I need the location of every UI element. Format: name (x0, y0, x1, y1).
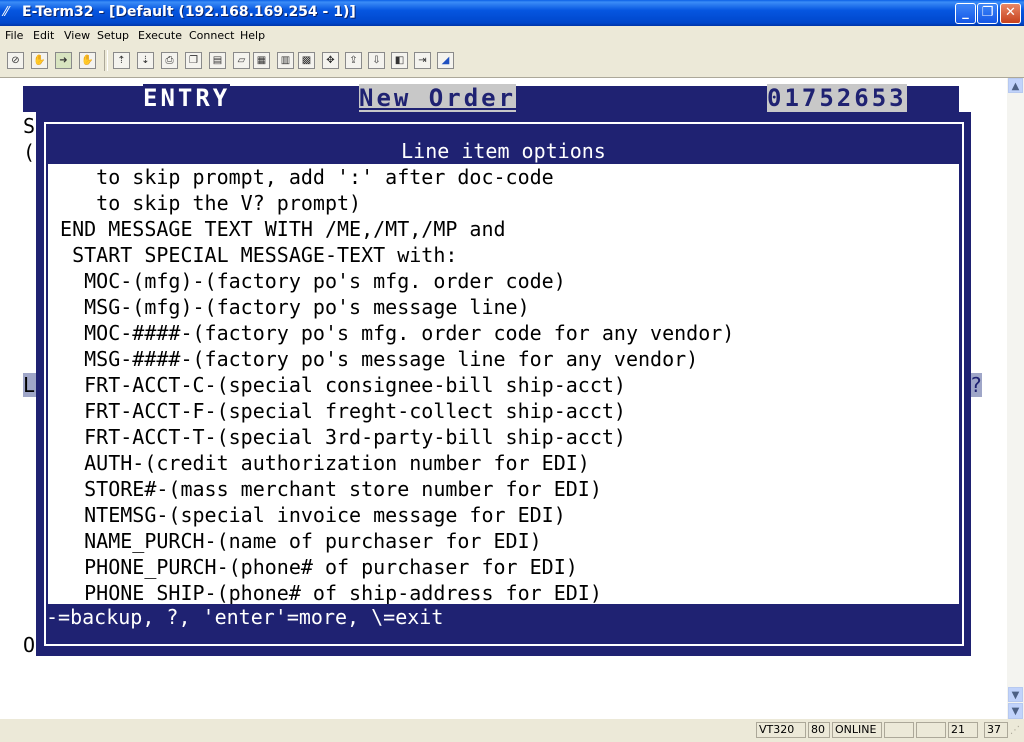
toolbar: ⊘ ✋ ➜ ✋ ⇡ ⇣ ⎙ ❐ ▤ ▱ ▦ ▥ ▩ ✥ ⇪ ⇩ ◧ ⇥ ◢ (0, 45, 1024, 78)
help-line: PHONE_SHIP-(phone# of ship-address for E… (48, 581, 602, 604)
connection-status: ONLINE (832, 722, 882, 738)
screen-title: New Order (359, 84, 517, 112)
send-icon[interactable]: ⇡ (113, 52, 130, 69)
help-line: PHONE_PURCH-(phone# of purchaser for EDI… (48, 555, 578, 579)
dialog-body: to skip prompt, add ':' after doc-code t… (48, 164, 959, 604)
script-icon[interactable]: ◧ (391, 52, 408, 69)
dialog-footer-prompt: -=backup, ?, 'enter'=more, \=exit (46, 604, 455, 630)
background-field: ? (970, 373, 982, 397)
vertical-scrollbar[interactable]: ▲ ▼ ▼ (1007, 78, 1024, 719)
background-char: L (23, 373, 36, 397)
background-char: S (23, 114, 36, 138)
upload-icon[interactable]: ⇪ (345, 52, 362, 69)
background-field: L (23, 373, 36, 397)
help-line: FRT-ACCT-C-(special consignee-bill ship-… (48, 373, 626, 397)
connect-icon[interactable]: ➜ (55, 52, 72, 69)
order-number: 01752653 (767, 84, 907, 112)
close-button[interactable]: ✕ (1000, 3, 1021, 24)
terminal-screen[interactable]: ENTRY New Order 01752653 S ( L ? O Line … (0, 78, 1007, 719)
help-line: END MESSAGE TEXT WITH /ME,/MT,/MP and (48, 217, 506, 241)
help-line: STORE#-(mass merchant store number for E… (48, 477, 602, 501)
setup-icon[interactable]: ◢ (437, 52, 454, 69)
resize-grip-icon[interactable]: ⋰ (1010, 725, 1022, 739)
line-item-options-dialog: Line item options to skip prompt, add ':… (36, 112, 971, 656)
help-line: AUTH-(credit authorization number for ED… (48, 451, 590, 475)
paste-icon[interactable]: ▤ (209, 52, 226, 69)
help-line: to skip the V? prompt) (48, 191, 362, 215)
scroll-end-arrow-icon[interactable]: ▼ (1008, 703, 1023, 719)
dialog-title: Line item options (401, 139, 606, 163)
download-icon[interactable]: ⇩ (368, 52, 385, 69)
help-line: MSG-(mfg)-(factory po's message line) (48, 295, 530, 319)
menu-help[interactable]: Help (240, 29, 265, 42)
help-line: FRT-ACCT-T-(special 3rd-party-bill ship-… (48, 425, 626, 449)
window-title: E-Term32 - [Default (192.168.169.254 - 1… (22, 4, 356, 20)
receive-icon[interactable]: ⇣ (137, 52, 154, 69)
menu-execute[interactable]: Execute (138, 29, 182, 42)
help-line: NTEMSG-(special invoice message for EDI) (48, 503, 566, 527)
menu-file[interactable]: File (5, 29, 23, 42)
copy-icon[interactable]: ❐ (185, 52, 202, 69)
hand-gray-icon[interactable]: ✋ (79, 52, 96, 69)
cursor-col: 37 (984, 722, 1008, 738)
help-line: START SPECIAL MESSAGE-TEXT with: (48, 243, 458, 267)
menu-view[interactable]: View (64, 29, 90, 42)
status-bar: VT320 80 ONLINE 21 37 ⋰ (0, 719, 1024, 742)
menu-edit[interactable]: Edit (33, 29, 54, 42)
title-bar: ⁄⁄ E-Term32 - [Default (192.168.169.254 … (0, 0, 1024, 26)
column-count: 80 (808, 722, 830, 738)
hand-icon[interactable]: ✋ (31, 52, 48, 69)
menu-setup[interactable]: Setup (97, 29, 129, 42)
minimize-button[interactable]: _ (955, 3, 976, 24)
restore-button[interactable]: ❐ (977, 3, 998, 24)
help-line: MOC-####-(factory po's mfg. order code f… (48, 321, 735, 345)
terminal-type: VT320 (756, 722, 806, 738)
clear-icon[interactable]: ▱ (233, 52, 250, 69)
move-icon[interactable]: ✥ (322, 52, 339, 69)
background-char: ( (23, 140, 36, 164)
capture-icon[interactable]: ▦ (253, 52, 270, 69)
background-char: ? (970, 373, 983, 397)
scroll-down-arrow-icon[interactable]: ▼ (1008, 687, 1023, 702)
help-line: MOC-(mfg)-(factory po's mfg. order code) (48, 269, 566, 293)
disconnect-icon[interactable]: ⊘ (7, 52, 24, 69)
scroll-up-arrow-icon[interactable]: ▲ (1008, 78, 1023, 93)
status-blank (916, 722, 946, 738)
help-line: MSG-####-(factory po's message line for … (48, 347, 699, 371)
print-icon[interactable]: ⎙ (161, 52, 178, 69)
background-char: O (23, 633, 36, 657)
status-blank (884, 722, 914, 738)
cursor-row: 21 (948, 722, 978, 738)
menu-connect[interactable]: Connect (189, 29, 234, 42)
app-icon[interactable]: ⁄⁄ (4, 5, 20, 21)
help-line: to skip prompt, add ':' after doc-code (48, 165, 554, 189)
mode-label: ENTRY (143, 84, 231, 112)
help-line: NAME_PURCH-(name of purchaser for EDI) (48, 529, 542, 553)
menu-bar: File Edit View Setup Execute Connect Hel… (0, 26, 1024, 45)
exit-icon[interactable]: ⇥ (414, 52, 431, 69)
keypad-icon[interactable]: ▩ (298, 52, 315, 69)
help-line: FRT-ACCT-F-(special freght-collect ship-… (48, 399, 626, 423)
toolbar-separator (104, 50, 108, 71)
log-icon[interactable]: ▥ (277, 52, 294, 69)
